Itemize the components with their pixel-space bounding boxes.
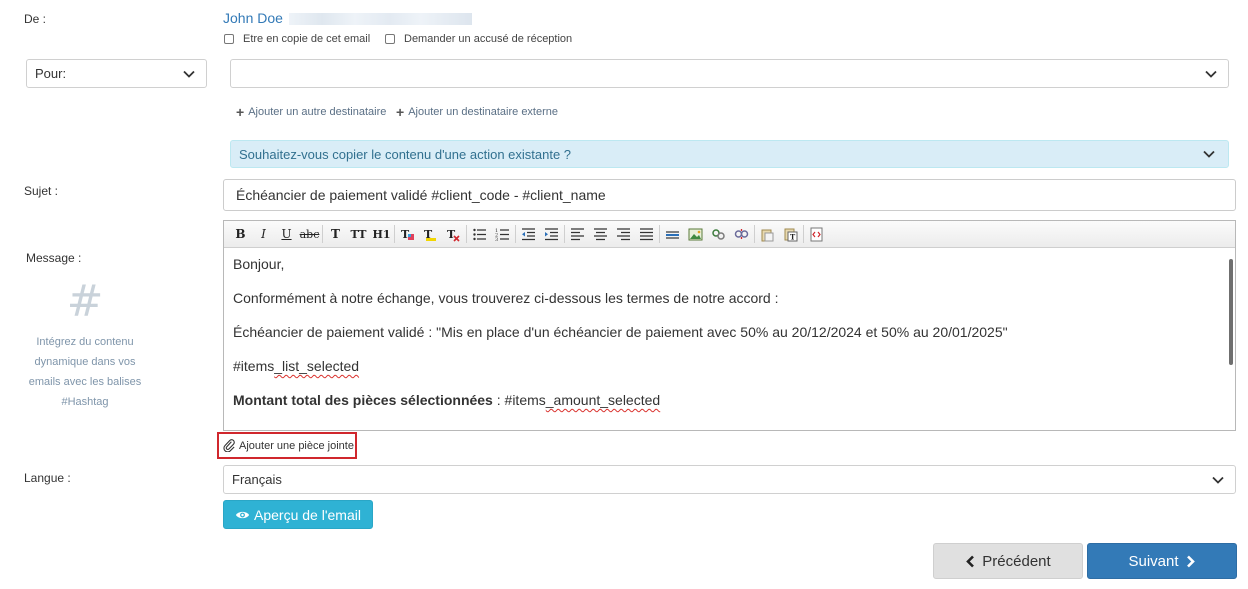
next-button[interactable]: Suivant <box>1087 543 1237 579</box>
indent-icon[interactable] <box>540 224 563 245</box>
editor-toolbar: B I U abc T TT H1 T T T 123 T <box>224 221 1235 248</box>
editor-scrollbar[interactable] <box>1229 259 1233 365</box>
body-total-line: Montant total des pièces sélectionnées :… <box>233 392 661 408</box>
cc-self-option[interactable]: Etre en copie de cet email <box>224 33 370 45</box>
align-right-icon[interactable] <box>612 224 635 245</box>
svg-text:T: T <box>447 228 456 241</box>
outdent-icon[interactable] <box>517 224 540 245</box>
sender-name: John Doe <box>223 10 283 26</box>
cc-self-label: Etre en copie de cet email <box>243 33 371 45</box>
next-label: Suivant <box>1128 552 1179 570</box>
text-color-icon[interactable]: T <box>396 224 419 245</box>
recipient-select[interactable] <box>230 59 1229 88</box>
unlink-icon[interactable] <box>730 224 753 245</box>
from-label: De : <box>24 12 47 26</box>
cc-self-checkbox[interactable] <box>224 34 234 44</box>
hashtag-help-text: Intégrez du contenu dynamique dans vos e… <box>28 336 142 408</box>
bold-button[interactable]: B <box>229 224 252 245</box>
chevron-down-icon <box>1205 70 1217 78</box>
add-external-label: Ajouter un destinataire externe <box>408 106 559 118</box>
copy-action-dropdown[interactable]: Souhaitez-vous copier le contenu d'une a… <box>230 140 1229 168</box>
body-schedule: Échéancier de paiement validé : "Mis en … <box>233 324 1008 340</box>
horizontal-rule-icon[interactable] <box>661 224 684 245</box>
underline-button[interactable]: U <box>275 224 298 245</box>
previous-button[interactable]: Précédent <box>933 543 1083 579</box>
heading-button[interactable]: H1 <box>370 224 393 245</box>
bullet-list-icon[interactable] <box>468 224 491 245</box>
highlight-color-icon[interactable]: T <box>419 224 442 245</box>
align-center-icon[interactable] <box>589 224 612 245</box>
link-icon[interactable] <box>707 224 730 245</box>
message-label: Message : <box>26 251 82 265</box>
align-justify-icon[interactable] <box>635 224 658 245</box>
image-icon[interactable] <box>684 224 707 245</box>
body-greeting: Bonjour, <box>233 256 285 272</box>
font-size-button[interactable]: TT <box>347 224 370 245</box>
chevron-down-icon <box>183 70 195 78</box>
paperclip-icon <box>223 439 235 452</box>
preview-email-button[interactable]: Aperçu de l'email <box>223 500 373 529</box>
clear-format-icon[interactable]: T <box>442 224 465 245</box>
recipient-type-select[interactable]: Pour: <box>26 59 207 88</box>
chevron-down-icon <box>1212 476 1224 484</box>
subject-label: Sujet : <box>24 184 59 198</box>
add-attachment-link[interactable]: Ajouter une pièce jointe <box>217 432 357 459</box>
paste-icon[interactable] <box>756 224 779 245</box>
svg-text:T: T <box>790 232 796 241</box>
receipt-checkbox[interactable] <box>385 34 395 44</box>
align-left-icon[interactable] <box>566 224 589 245</box>
chevron-right-icon <box>1186 555 1195 567</box>
svg-text:3: 3 <box>495 237 498 242</box>
strikethrough-button[interactable]: abc <box>298 224 321 245</box>
receipt-option[interactable]: Demander un accusé de réception <box>385 33 572 45</box>
numbered-list-icon[interactable]: 123 <box>491 224 514 245</box>
language-value: Français <box>232 472 282 487</box>
chevron-down-icon <box>1203 150 1215 158</box>
language-select[interactable]: Français <box>223 465 1236 494</box>
plus-icon: + <box>236 103 245 120</box>
font-family-button[interactable]: T <box>324 224 347 245</box>
previous-label: Précédent <box>982 552 1051 570</box>
recipient-type-value: Pour: <box>35 66 67 81</box>
subject-input[interactable]: Échéancier de paiement validé #client_co… <box>223 179 1236 211</box>
add-external-recipient-link[interactable]: + Ajouter un destinataire externe <box>396 103 559 120</box>
chevron-left-icon <box>966 555 975 567</box>
add-internal-recipient-link[interactable]: + Ajouter un autre destinataire <box>236 103 387 120</box>
hashtag-help-panel: # Intégrez du contenu dynamique dans vos… <box>26 280 144 412</box>
eye-icon <box>235 511 250 518</box>
body-intro: Conformément à notre échange, vous trouv… <box>233 290 779 306</box>
message-body[interactable]: Bonjour, Conformément à notre échange, v… <box>224 248 1230 430</box>
plus-icon: + <box>396 103 405 120</box>
add-internal-label: Ajouter un autre destinataire <box>248 106 387 118</box>
sender-email-blurred <box>289 13 472 25</box>
message-editor[interactable]: B I U abc T TT H1 T T T 123 T Bonjour, C… <box>223 220 1236 431</box>
language-label: Langue : <box>24 471 71 485</box>
preview-email-label: Aperçu de l'email <box>254 506 361 523</box>
body-items-tag: #items_list_selected <box>233 358 360 374</box>
copy-action-label: Souhaitez-vous copier le contenu d'une a… <box>239 146 572 162</box>
source-code-icon[interactable] <box>805 224 828 245</box>
italic-button[interactable]: I <box>252 224 275 245</box>
add-attachment-label: Ajouter une pièce jointe <box>239 439 354 452</box>
paste-text-icon[interactable]: T <box>779 224 802 245</box>
hashtag-icon: # <box>66 276 104 327</box>
receipt-label: Demander un accusé de réception <box>404 33 573 45</box>
